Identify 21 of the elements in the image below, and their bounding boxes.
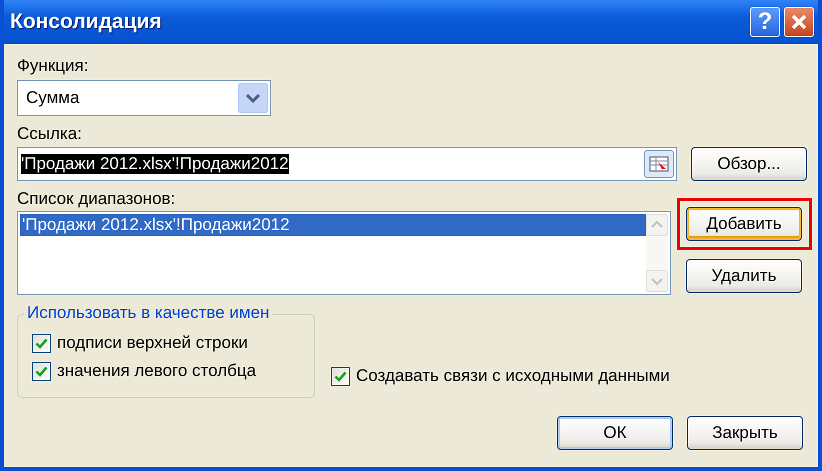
checkbox-label: Создавать связи с исходными данными <box>356 366 670 386</box>
checkbox[interactable] <box>32 362 51 380</box>
close-dialog-button[interactable]: Закрыть <box>687 416 803 450</box>
browse-button[interactable]: Обзор... <box>691 147 807 181</box>
close-button[interactable] <box>784 7 814 37</box>
window-title: Консолидация <box>10 10 163 34</box>
collapse-dialog-icon[interactable] <box>644 150 674 178</box>
checkbox-label: подписи верхней строки <box>57 333 248 353</box>
range-item[interactable]: 'Продажи 2012.xlsx'!Продажи2012 <box>20 214 646 236</box>
close-icon <box>790 13 808 31</box>
checkbox[interactable] <box>32 334 51 352</box>
action-button[interactable]: Удалить <box>686 259 802 293</box>
ok-button[interactable]: ОК <box>557 416 673 450</box>
checkbox[interactable] <box>331 366 350 386</box>
function-dropdown[interactable]: Сумма <box>17 80 271 116</box>
reference-label: Ссылка: <box>17 123 83 145</box>
reference-field[interactable]: 'Продажи 2012.xlsx'!Продажи2012 <box>17 147 677 181</box>
action-button[interactable]: Добавить <box>686 207 802 241</box>
ranges-label: Список диапазонов: <box>17 188 176 210</box>
checkbox-label: значения левого столбца <box>57 361 256 381</box>
function-label: Функция: <box>17 55 90 77</box>
